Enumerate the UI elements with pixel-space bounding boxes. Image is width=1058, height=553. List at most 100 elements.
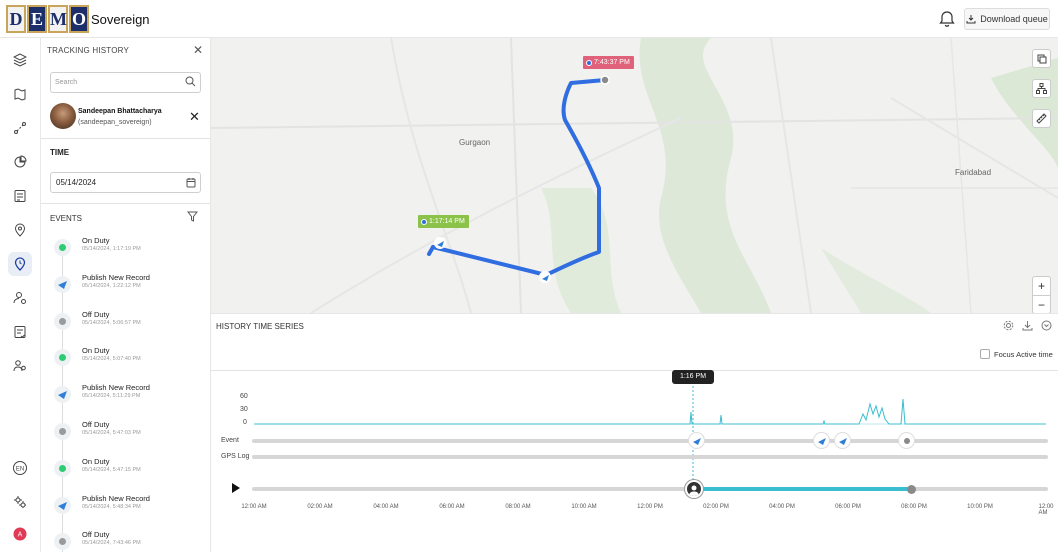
clear-user-icon[interactable]: ✕ xyxy=(189,109,200,125)
event-date: 05/14/2024, 5:06:57 PM xyxy=(82,319,141,326)
event-date: 05/14/2024, 5:47:15 PM xyxy=(82,466,141,473)
x-tick: 10:00 PM xyxy=(967,504,993,510)
start-marker-dot xyxy=(421,218,427,225)
search-icon xyxy=(185,76,196,87)
tracking-history-panel: TRACKING HISTORY ✕ Search Sandeepan Bhat… xyxy=(41,38,211,552)
event-date: 05/14/2024, 5:48:34 PM xyxy=(82,503,141,510)
download-queue-label: Download queue xyxy=(980,14,1048,24)
send-icon xyxy=(54,275,71,293)
event-item[interactable]: Publish New Record 05/14/2024, 5:11:29 PM xyxy=(52,383,202,415)
x-tick: 02:00 PM xyxy=(703,504,729,510)
event-title: Publish New Record xyxy=(82,383,150,393)
event-title: Off Duty xyxy=(82,309,110,319)
event-title: Off Duty xyxy=(82,530,110,540)
send-icon xyxy=(54,386,71,404)
event-title: On Duty xyxy=(82,236,110,245)
event-title: Publish New Record xyxy=(82,272,150,282)
playback-handle[interactable] xyxy=(685,480,703,498)
map-icon[interactable] xyxy=(8,82,32,106)
logo-letter: O xyxy=(69,5,89,33)
hierarchy-icon[interactable] xyxy=(1032,79,1051,98)
close-panel-icon[interactable]: ✕ xyxy=(193,43,203,57)
user-settings-icon[interactable] xyxy=(8,286,32,310)
history-time-series: HISTORY TIME SERIES Focus Active time 1:… xyxy=(211,313,1058,552)
event-marker-publish[interactable] xyxy=(835,433,850,448)
checklist-icon[interactable] xyxy=(8,320,32,344)
event-date: 05/14/2024, 5:11:29 PM xyxy=(82,393,141,400)
event-item[interactable]: On Duty 05/14/2024, 5:07:40 PM xyxy=(52,346,202,378)
event-date: 05/14/2024, 7:43:46 PM xyxy=(82,540,141,547)
svg-text:A: A xyxy=(18,532,23,539)
speed-series-line xyxy=(254,398,1046,425)
event-title: On Duty xyxy=(82,346,110,356)
divider xyxy=(41,203,210,204)
filter-icon[interactable] xyxy=(187,211,198,222)
event-item[interactable]: Off Duty 05/14/2024, 7:43:46 PM xyxy=(52,530,202,552)
event-marker-publish[interactable] xyxy=(814,433,829,448)
logo-letter: D xyxy=(6,5,26,33)
time-label: TIME xyxy=(50,148,70,157)
route-icon[interactable] xyxy=(8,116,32,140)
play-icon[interactable] xyxy=(232,483,240,493)
event-date: 05/14/2024, 1:22:12 PM xyxy=(82,282,141,289)
date-field[interactable]: 05/14/2024 xyxy=(50,172,201,193)
svg-text:EN: EN xyxy=(16,467,24,473)
bell-icon[interactable] xyxy=(937,9,957,29)
download-queue-button[interactable]: Download queue xyxy=(964,8,1050,30)
logo-letter: M xyxy=(48,5,68,33)
status-dot-icon xyxy=(54,312,71,330)
event-marker-publish[interactable] xyxy=(689,433,704,448)
settings-icon[interactable] xyxy=(8,490,32,514)
icon-rail: EN A xyxy=(0,38,41,552)
event-date: 05/14/2024, 5:07:40 PM xyxy=(82,356,141,363)
send-icon xyxy=(54,496,71,514)
location-icon[interactable] xyxy=(8,218,32,242)
language-icon[interactable]: EN xyxy=(8,456,32,480)
status-dot-icon xyxy=(54,239,71,256)
event-item[interactable]: Publish New Record 05/14/2024, 5:48:34 PM xyxy=(52,494,202,526)
event-marker-off-duty[interactable] xyxy=(899,433,914,448)
account-avatar-icon[interactable]: A xyxy=(8,522,32,546)
zoom-in-button[interactable]: + xyxy=(1032,276,1051,295)
demo-logo: D E M O xyxy=(6,5,89,33)
map-view[interactable]: Gurgaon Faridabad 1:17:14 PM 7:43:37 PM … xyxy=(211,38,1058,313)
calendar-icon[interactable] xyxy=(186,177,196,188)
status-dot-icon xyxy=(54,423,71,440)
event-title: On Duty xyxy=(82,456,110,466)
x-tick: 06:00 PM xyxy=(835,504,861,510)
divider xyxy=(41,138,210,139)
user-name: Sandeepan Bhattacharya xyxy=(78,108,162,115)
map-canvas xyxy=(211,38,1058,313)
search-input[interactable]: Search xyxy=(50,72,201,93)
logo-letter: E xyxy=(27,5,47,33)
download-icon xyxy=(966,15,976,24)
ruler-icon[interactable] xyxy=(1032,109,1051,128)
x-tick: 12:00 PM xyxy=(637,504,663,510)
copy-icon[interactable] xyxy=(1032,49,1051,68)
layers-icon[interactable] xyxy=(8,48,32,72)
user-handle: (sandeepan_sovereign) xyxy=(78,119,152,126)
event-date: 05/14/2024, 5:47:03 PM xyxy=(82,430,141,436)
start-time: 1:17:14 PM xyxy=(429,218,465,225)
event-item[interactable]: Off Duty 05/14/2024, 5:06:57 PM xyxy=(52,310,202,342)
playback-end-marker[interactable] xyxy=(907,485,916,494)
team-icon[interactable] xyxy=(8,354,32,378)
event-item[interactable]: Publish New Record 05/14/2024, 1:22:12 PM xyxy=(52,273,202,305)
map-label-gurgaon: Gurgaon xyxy=(459,138,491,147)
map-label-faridabad: Faridabad xyxy=(955,168,992,177)
time-series-canvas xyxy=(252,386,1048,491)
event-item[interactable]: On Duty 05/14/2024, 1:17:19 PM xyxy=(52,236,202,268)
history-icon[interactable] xyxy=(8,252,32,276)
event-item[interactable]: Off Duty 05/14/2024, 5:47:03 PM xyxy=(52,420,202,452)
report-icon[interactable] xyxy=(8,184,32,208)
zoom-out-button[interactable]: − xyxy=(1032,295,1051,313)
x-tick: 12:00 AM xyxy=(1038,504,1054,516)
search-placeholder: Search xyxy=(55,79,78,86)
status-dot-icon xyxy=(54,533,71,551)
brand-name: Sovereign xyxy=(91,12,150,27)
panel-title: TRACKING HISTORY xyxy=(47,46,130,55)
event-item[interactable]: On Duty 05/14/2024, 5:47:15 PM xyxy=(52,457,202,489)
status-dot-icon xyxy=(54,349,71,367)
pie-chart-icon[interactable] xyxy=(8,150,32,174)
x-tick: 04:00 PM xyxy=(769,504,795,510)
